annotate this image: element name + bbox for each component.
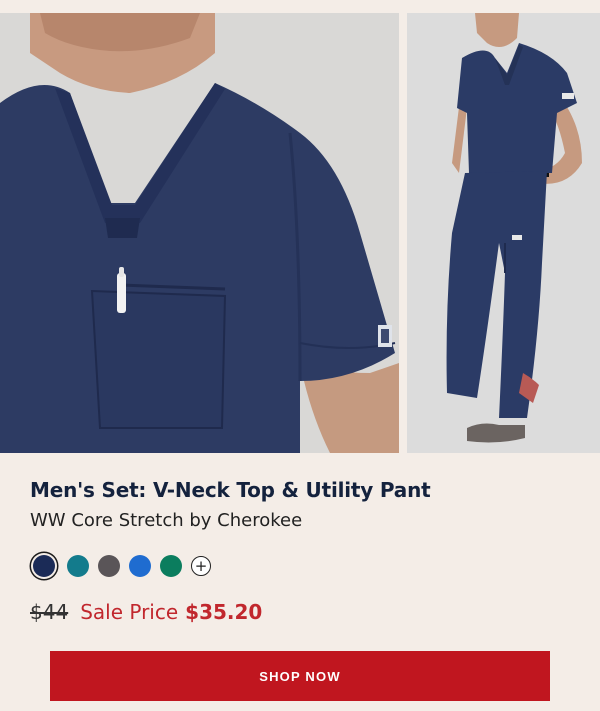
original-price: $44 xyxy=(30,600,69,624)
color-swatch[interactable] xyxy=(98,555,120,577)
sale-price: $35.20 xyxy=(185,600,263,624)
product-subtitle: WW Core Stretch by Cherokee xyxy=(30,510,303,531)
scrub-set-model-image xyxy=(407,13,600,453)
plus-icon: + xyxy=(194,556,208,575)
scrub-top-closeup-image xyxy=(0,13,399,453)
color-swatches: + xyxy=(30,555,211,577)
color-swatch[interactable] xyxy=(160,555,182,577)
product-card: Men's Set: V-Neck Top & Utility Pant WW … xyxy=(0,0,600,711)
product-gallery xyxy=(0,13,600,453)
product-info: Men's Set: V-Neck Top & Utility Pant WW … xyxy=(30,478,570,531)
shop-now-button[interactable]: SHOP NOW xyxy=(50,651,550,701)
sale-price-label: Sale Price xyxy=(80,600,179,624)
product-title[interactable]: Men's Set: V-Neck Top & Utility Pant xyxy=(30,478,570,502)
color-swatch[interactable] xyxy=(129,555,151,577)
color-swatch-selected[interactable] xyxy=(33,555,55,577)
color-swatch[interactable] xyxy=(67,555,89,577)
product-image-secondary[interactable] xyxy=(407,13,600,453)
more-colors-button[interactable]: + xyxy=(191,556,211,576)
price-block: $44 Sale Price $35.20 xyxy=(30,600,262,624)
product-image-main[interactable] xyxy=(0,13,399,453)
